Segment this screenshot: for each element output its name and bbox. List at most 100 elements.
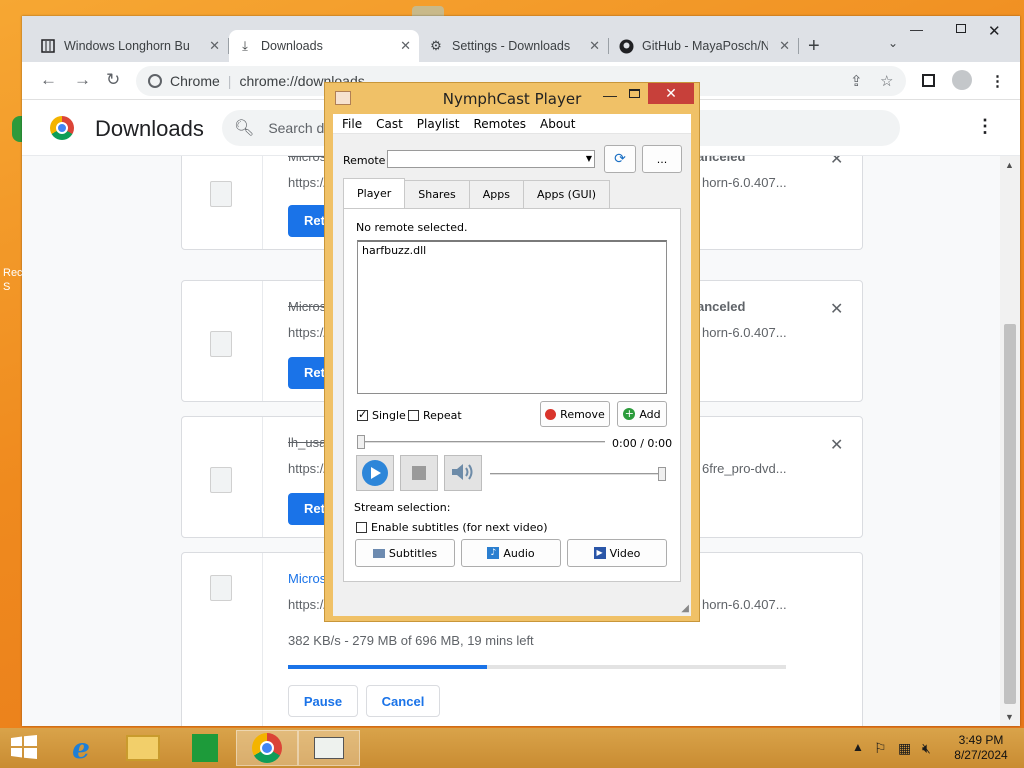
close-icon[interactable]: ✕ xyxy=(779,38,790,54)
desktop-icon-label: Rec S xyxy=(3,267,23,293)
play-button[interactable] xyxy=(356,455,394,491)
close-icon[interactable]: ✕ xyxy=(209,38,220,54)
volume-handle[interactable] xyxy=(658,467,666,481)
progress-fill xyxy=(288,665,488,669)
subtitles-button[interactable]: Subtitles xyxy=(355,539,455,567)
taskbar-nymphcast[interactable] xyxy=(298,730,360,766)
action-center-flag-icon[interactable]: ⚐ xyxy=(874,740,887,757)
single-checkbox[interactable]: Single xyxy=(357,408,406,422)
show-hidden-icons-icon[interactable]: ▲ xyxy=(852,740,864,754)
bookmark-star-icon[interactable]: ☆ xyxy=(880,72,893,90)
volume-muted-icon[interactable]: 🔇︎ xyxy=(922,740,931,757)
video-button[interactable]: ▶ Video xyxy=(567,539,667,567)
share-icon[interactable]: ⇪ xyxy=(850,72,863,90)
scrollbar[interactable]: ▲ ▼ xyxy=(1000,156,1020,726)
file-url[interactable]: https:// xyxy=(288,597,327,612)
audio-button[interactable]: ♪ Audio xyxy=(461,539,561,567)
nymphcast-titlebar[interactable]: NymphCast Player — ✕ xyxy=(325,83,699,113)
tab-settings[interactable]: ⚙ Settings - Downloads ✕ xyxy=(420,30,608,62)
clock[interactable]: 3:49 PM 8/27/2024 xyxy=(948,733,1014,763)
menu-file[interactable]: File xyxy=(333,117,367,131)
file-url-tail: horn-6.0.407... xyxy=(702,325,787,340)
profile-avatar-icon[interactable] xyxy=(952,70,972,90)
forward-icon[interactable]: → xyxy=(74,70,91,90)
volume-slider[interactable] xyxy=(490,473,666,475)
more-menu-icon[interactable]: ⋮ xyxy=(976,116,994,137)
scroll-thumb[interactable] xyxy=(1004,324,1016,704)
file-url[interactable]: https:// xyxy=(288,175,327,190)
mute-button[interactable] xyxy=(444,455,482,491)
seek-slider[interactable] xyxy=(357,441,605,443)
scroll-up-icon[interactable]: ▲ xyxy=(1005,160,1014,170)
more-button[interactable]: ... xyxy=(642,145,682,173)
taskbar-chrome[interactable] xyxy=(236,730,298,766)
file-url[interactable]: https:// xyxy=(288,461,327,476)
file-name[interactable]: lh_usa xyxy=(288,435,326,450)
back-icon[interactable]: ← xyxy=(40,70,57,90)
playlist[interactable]: harfbuzz.dll xyxy=(357,240,667,394)
tab-separator xyxy=(608,38,609,54)
maximize-icon[interactable] xyxy=(629,89,640,98)
file-name[interactable]: Micros xyxy=(288,571,326,586)
remove-icon[interactable]: ✕ xyxy=(830,156,843,169)
close-icon[interactable]: ✕ xyxy=(400,38,411,54)
file-icon xyxy=(210,331,232,357)
checkbox-box[interactable] xyxy=(356,522,367,533)
chrome-logo-icon xyxy=(50,116,74,140)
checkbox-box[interactable] xyxy=(357,408,368,421)
remove-icon[interactable]: ✕ xyxy=(830,435,843,455)
maximize-icon[interactable] xyxy=(956,24,966,33)
file-name[interactable]: Micros xyxy=(288,156,326,164)
retry-button[interactable]: Retr xyxy=(288,357,330,389)
remove-icon[interactable]: ✕ xyxy=(830,299,843,319)
remove-button[interactable]: Remove xyxy=(540,401,610,427)
scroll-down-icon[interactable]: ▼ xyxy=(1005,712,1014,722)
repeat-checkbox[interactable]: Repeat xyxy=(408,409,462,422)
close-icon[interactable]: ✕ xyxy=(589,38,600,54)
subtitles-checkbox[interactable]: Enable subtitles (for next video) xyxy=(356,521,548,534)
menu-about[interactable]: About xyxy=(531,117,580,131)
minimize-icon[interactable]: — xyxy=(910,22,923,37)
tab-apps-gui[interactable]: Apps (GUI) xyxy=(522,180,611,208)
retry-button[interactable]: Retr xyxy=(288,493,330,525)
remote-select[interactable]: ▼ xyxy=(387,150,595,168)
card-divider xyxy=(262,417,263,537)
tab-windows-longhorn[interactable]: Windows Longhorn Bui ✕ xyxy=(32,30,228,62)
side-panel-icon[interactable] xyxy=(922,74,935,87)
playlist-item[interactable]: harfbuzz.dll xyxy=(358,242,666,259)
seek-handle[interactable] xyxy=(357,435,365,449)
chevron-down-icon[interactable]: ⌄ xyxy=(888,36,898,50)
add-button[interactable]: + Add xyxy=(617,401,667,427)
taskbar-explorer[interactable] xyxy=(112,730,174,766)
windows-logo-icon xyxy=(11,734,37,762)
network-icon[interactable]: ▦ xyxy=(898,740,911,757)
resize-grip-icon[interactable]: ◢ xyxy=(681,603,689,614)
minimize-icon[interactable]: — xyxy=(603,87,617,103)
tab-player[interactable]: Player xyxy=(343,178,406,208)
retry-button[interactable]: Retr xyxy=(288,205,330,237)
tab-github[interactable]: GitHub - MayaPosch/N ✕ xyxy=(610,30,798,62)
reload-icon[interactable]: ↻ xyxy=(106,70,120,90)
tab-downloads[interactable]: ⤓ Downloads ✕ xyxy=(229,30,419,62)
taskbar-ie[interactable]: e xyxy=(50,730,112,766)
window-title: NymphCast Player xyxy=(442,90,582,108)
menu-playlist[interactable]: Playlist xyxy=(408,117,465,131)
menu-cast[interactable]: Cast xyxy=(367,117,408,131)
more-menu-icon[interactable]: ⋮ xyxy=(990,72,1005,90)
pause-button[interactable]: Pause xyxy=(288,685,358,717)
new-tab-icon[interactable]: + xyxy=(808,36,820,56)
checkbox-box[interactable] xyxy=(408,410,419,421)
start-button[interactable] xyxy=(0,730,48,766)
close-window-icon[interactable]: ✕ xyxy=(988,22,1001,40)
file-url-tail: horn-6.0.407... xyxy=(702,597,787,612)
taskbar-store[interactable] xyxy=(174,730,236,766)
file-url[interactable]: https:// xyxy=(288,325,327,340)
cancel-button[interactable]: Cancel xyxy=(366,685,440,717)
refresh-button[interactable]: ⟳ xyxy=(604,145,636,173)
tab-apps[interactable]: Apps xyxy=(468,180,524,208)
file-name[interactable]: Micros xyxy=(288,299,326,314)
stop-button[interactable] xyxy=(400,455,438,491)
menu-remotes[interactable]: Remotes xyxy=(464,117,531,131)
tab-shares[interactable]: Shares xyxy=(404,180,470,208)
close-icon[interactable]: ✕ xyxy=(648,83,694,104)
